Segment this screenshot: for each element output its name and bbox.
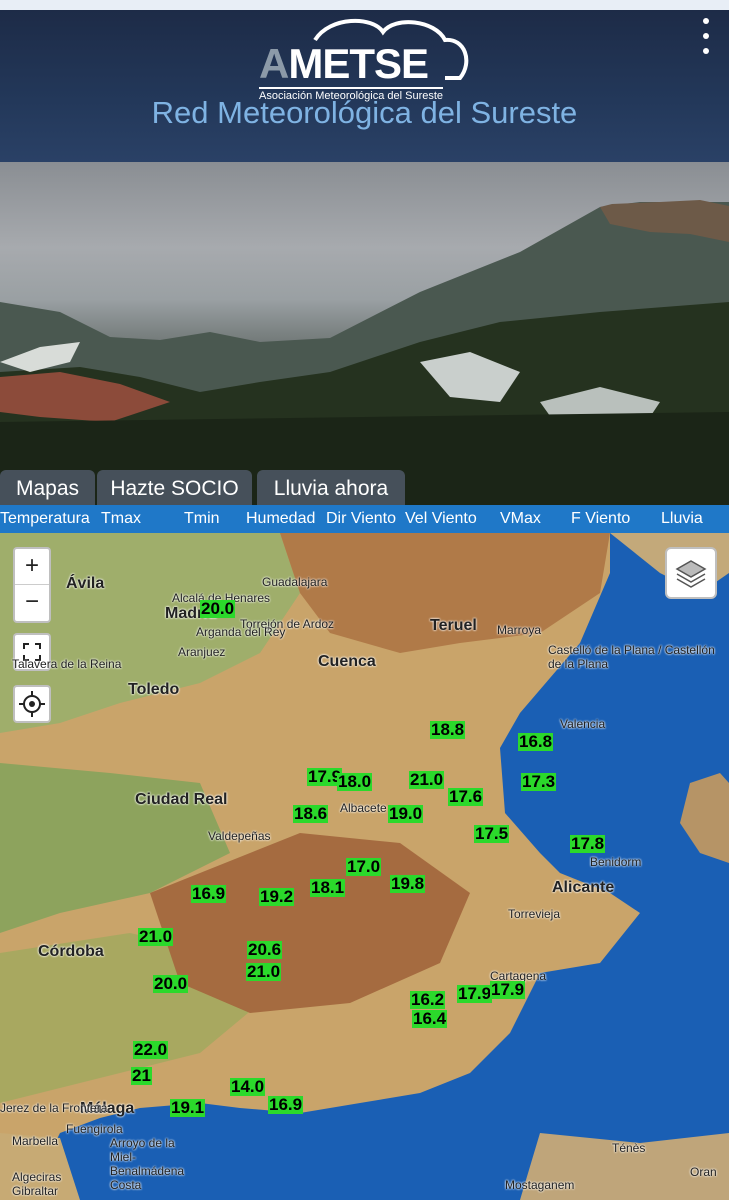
- temperature-marker[interactable]: 20.0: [200, 600, 236, 618]
- place-label: Mostaganem: [505, 1178, 575, 1192]
- place-label: Oran: [690, 1165, 717, 1179]
- main-tabs: Mapas Hazte SOCIO Lluvia ahora: [0, 470, 729, 505]
- temperature-marker[interactable]: 17.6: [448, 788, 484, 806]
- site-title: Red Meteorológica del Sureste: [151, 95, 578, 130]
- place-label: Arganda del Rey: [196, 625, 286, 639]
- temperature-marker[interactable]: 21.0: [409, 771, 445, 789]
- temperature-marker[interactable]: 21.0: [246, 963, 282, 981]
- ametse-logo[interactable]: AMETSE Asociación Meteorológica del Sure…: [255, 18, 475, 102]
- temperature-marker[interactable]: 17.3: [521, 773, 557, 791]
- temperature-marker[interactable]: 19.0: [388, 805, 424, 823]
- var-vmax[interactable]: VMax: [500, 505, 541, 533]
- crosshair-icon: [19, 691, 45, 717]
- temperature-marker[interactable]: 18.1: [310, 879, 346, 897]
- status-bar: [0, 0, 729, 10]
- place-label: Ávila: [66, 575, 105, 592]
- temperature-marker[interactable]: 19.1: [170, 1099, 206, 1117]
- tab-hazte-socio[interactable]: Hazte SOCIO: [97, 470, 252, 505]
- site-header: AMETSE Asociación Meteorológica del Sure…: [0, 10, 729, 162]
- variable-selector-bar: Temperatura Tmax Tmin Humedad Dir Viento…: [0, 505, 729, 533]
- temperature-marker[interactable]: 20.0: [153, 975, 189, 993]
- place-label: Cuenca: [318, 653, 376, 670]
- zoom-in-button[interactable]: +: [15, 549, 49, 585]
- place-label: Marbella: [12, 1134, 59, 1148]
- temperature-marker[interactable]: 16.8: [518, 733, 554, 751]
- var-tmin[interactable]: Tmin: [184, 505, 220, 533]
- layers-button[interactable]: [665, 547, 717, 599]
- zoom-out-button[interactable]: −: [15, 585, 49, 620]
- place-label: Alicante: [552, 879, 615, 896]
- hero-image: [0, 162, 729, 505]
- place-label: Valencia: [560, 717, 606, 731]
- temperature-marker[interactable]: 17.8: [570, 835, 606, 853]
- layers-icon: [675, 560, 707, 588]
- place-label: Albacete: [340, 801, 387, 815]
- place-label: Toledo: [128, 681, 180, 698]
- temperature-marker[interactable]: 14.0: [230, 1078, 266, 1096]
- temperature-marker[interactable]: 19.8: [390, 875, 426, 893]
- var-lluvia[interactable]: Lluvia: [661, 505, 703, 533]
- place-label: Talavera de la Reina: [12, 657, 122, 671]
- var-tmax[interactable]: Tmax: [101, 505, 141, 533]
- locate-me-button[interactable]: [13, 685, 51, 723]
- temperature-marker[interactable]: 17.0: [346, 858, 382, 876]
- var-temperatura[interactable]: Temperatura: [0, 505, 90, 533]
- temperature-marker[interactable]: 18.0: [337, 773, 373, 791]
- logo-wordmark: AMETSE: [259, 40, 429, 87]
- place-label: Torrevieja: [508, 907, 561, 921]
- place-label: Marroya: [497, 623, 542, 637]
- temperature-marker[interactable]: 16.4: [412, 1010, 448, 1028]
- place-label: Ciudad Real: [135, 791, 228, 808]
- temperature-marker[interactable]: 16.9: [268, 1096, 304, 1114]
- tab-lluvia-ahora[interactable]: Lluvia ahora: [257, 470, 405, 505]
- temperature-marker[interactable]: 17.9: [457, 985, 493, 1003]
- temperature-marker[interactable]: 18.6: [293, 805, 329, 823]
- place-label: Córdoba: [38, 943, 104, 960]
- temperature-marker[interactable]: 16.9: [191, 885, 227, 903]
- place-label: Ténès: [612, 1141, 646, 1155]
- tab-mapas[interactable]: Mapas: [0, 470, 95, 505]
- temperature-marker[interactable]: 21.0: [138, 928, 174, 946]
- var-dir-viento[interactable]: Dir Viento: [326, 505, 396, 533]
- place-label: Benidorm: [590, 855, 642, 869]
- temperature-marker[interactable]: 20.6: [247, 941, 283, 959]
- mountain-landscape-image: [0, 200, 729, 505]
- var-vel-viento[interactable]: Vel Viento: [405, 505, 477, 533]
- place-label: Aranjuez: [178, 645, 226, 659]
- temperature-marker[interactable]: 19.2: [259, 888, 295, 906]
- temperature-marker[interactable]: 17.9: [490, 981, 526, 999]
- temperature-marker[interactable]: 22.0: [133, 1041, 169, 1059]
- place-label: Fuengirola: [66, 1122, 123, 1136]
- weather-map[interactable]: + − Ávila Madrid Torrejón de Ardoz Argan…: [0, 533, 729, 1200]
- place-label: Castelló de la Plana / Castellón de la P…: [548, 643, 715, 671]
- var-humedad[interactable]: Humedad: [246, 505, 315, 533]
- place-label: Teruel: [430, 617, 477, 634]
- place-label: Valdepeñas: [208, 829, 271, 843]
- temperature-marker[interactable]: 18.8: [430, 721, 466, 739]
- zoom-control: + −: [13, 547, 51, 623]
- place-label: Algeciras: [12, 1170, 62, 1184]
- place-label: Arroyo de la Miel-Benalmádena Costa: [110, 1136, 185, 1192]
- temperature-marker[interactable]: 17.5: [474, 825, 510, 843]
- place-label: Guadalajara: [262, 575, 328, 589]
- more-options-icon[interactable]: [701, 18, 711, 54]
- temperature-marker[interactable]: 16.2: [410, 991, 446, 1009]
- temperature-marker[interactable]: 21: [131, 1067, 152, 1085]
- place-label: Gibraltar: [12, 1184, 59, 1198]
- place-label: Jerez de la Frontera: [0, 1101, 108, 1115]
- var-f-viento[interactable]: F Viento: [571, 505, 630, 533]
